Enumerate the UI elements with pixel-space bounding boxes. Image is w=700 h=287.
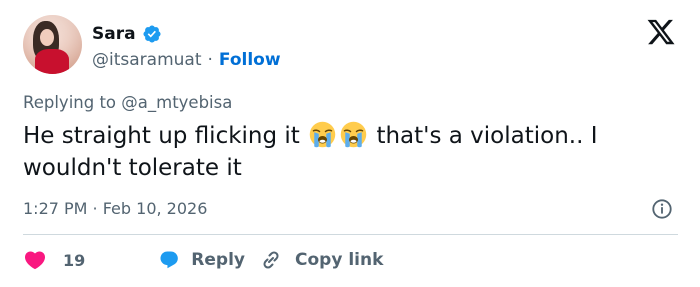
avatar-dress: [35, 49, 69, 74]
avatar[interactable]: [23, 15, 82, 74]
author-name-row: Sara: [92, 22, 162, 46]
author-handle[interactable]: @itsaramuat: [92, 49, 202, 71]
likes-count: 19: [63, 250, 86, 270]
copy-link-label: Copy link: [295, 250, 384, 270]
author-display-name[interactable]: Sara: [92, 23, 136, 45]
avatar-face: [40, 29, 54, 46]
tweet-text-part1: He straight up flicking it: [23, 123, 300, 149]
loudly-crying-face-icon: [340, 121, 367, 148]
reply-label: Reply: [191, 250, 245, 270]
info-icon[interactable]: [651, 198, 673, 220]
like-button[interactable]: 19: [23, 248, 159, 272]
x-logo-icon[interactable]: [646, 17, 676, 47]
tweet-timestamp[interactable]: 1:27 PM · Feb 10, 2026: [23, 198, 207, 220]
action-bar: 19 Reply Copy link: [23, 247, 383, 273]
divider: [23, 234, 678, 235]
replying-to-label[interactable]: Replying to @a_mtyebisa: [23, 92, 232, 114]
loudly-crying-face-icon: [309, 121, 336, 148]
copy-link-button[interactable]: Copy link: [259, 248, 383, 272]
tweet-text: He straight up flicking it that's a viol…: [23, 120, 678, 184]
heart-icon: [24, 251, 46, 270]
author-handle-row: @itsaramuat · Follow: [92, 48, 281, 72]
reply-button[interactable]: Reply: [159, 248, 245, 272]
separator-dot: ·: [207, 50, 213, 70]
comment-bubble-icon: [160, 251, 178, 269]
link-icon: [263, 251, 279, 269]
verified-badge-icon: [143, 25, 161, 43]
follow-button[interactable]: Follow: [219, 49, 281, 71]
tweet-card: Sara @itsaramuat · Follow Replying to @a…: [0, 0, 700, 287]
